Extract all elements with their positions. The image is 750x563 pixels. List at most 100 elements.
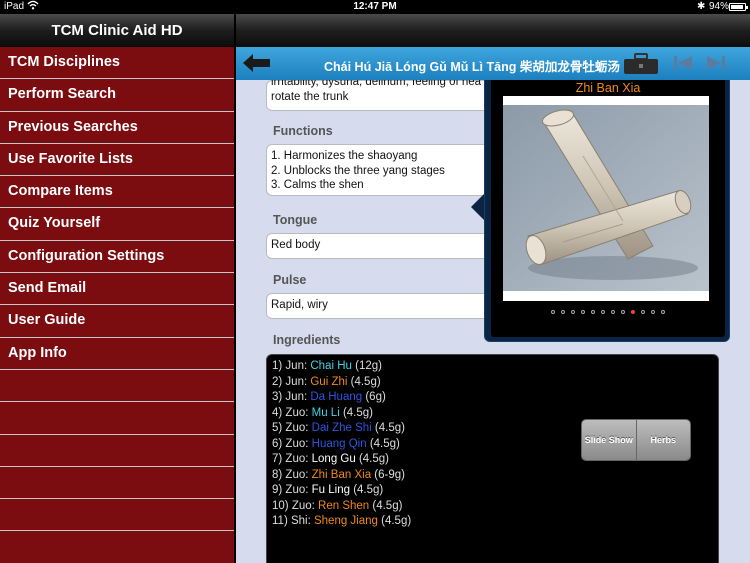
popover-content: Zhi Ban Xia (491, 76, 725, 337)
ingredient-name-link[interactable]: Gui Zhi (310, 376, 347, 388)
menu-item[interactable]: TCM Disciplines (0, 47, 234, 80)
previous-icon[interactable] (673, 55, 693, 71)
ingredient-dose: (4.5g) (366, 437, 400, 450)
ingredient-row: 8) Zuo: Zhi Ban Xia (6-9g) (272, 468, 713, 484)
page-indicator[interactable] (491, 310, 725, 314)
ingredient-dose: (6-9g) (371, 468, 405, 481)
menu-item[interactable]: Perform Search (0, 79, 234, 112)
menu-item[interactable]: Quiz Yourself (0, 208, 234, 241)
master-pane: TCM Clinic Aid HD TCM Disciplines Perform… (0, 14, 234, 563)
menu-item-label: Quiz Yourself (8, 215, 101, 232)
page-dot[interactable] (651, 310, 655, 314)
menu-item-label: Send Email (8, 280, 87, 297)
menu-item (0, 466, 234, 500)
ingredient-role: 2) Jun: (272, 375, 311, 388)
page-dot[interactable] (641, 310, 645, 314)
master-header: TCM Clinic Aid HD (0, 14, 234, 47)
ingredient-name-link[interactable]: Ren Shen (318, 500, 369, 512)
ingredient-row: 10) Zuo: Ren Shen (4.5g) (272, 499, 713, 515)
menu-item-label: Previous Searches (8, 118, 138, 135)
tongue-label: Tongue (273, 213, 318, 227)
page-dot[interactable] (661, 310, 665, 314)
menu-item[interactable]: Send Email (0, 273, 234, 306)
ingredient-row: 9) Zuo: Fu Ling (4.5g) (272, 483, 713, 499)
ingredient-role: 10) Zuo: (272, 499, 319, 512)
menu-item-label: App Info (8, 344, 67, 361)
ingredient-role: 3) Jun: (272, 391, 311, 403)
ingredient-role: 4) Zuo: (272, 406, 312, 419)
ingredient-dose: (4.5g) (350, 484, 384, 496)
view-segmented-control: Slide Show Herbs (581, 419, 691, 461)
ingredient-name-link[interactable]: Da Huang (310, 391, 362, 403)
ingredient-dose: (4.5g) (347, 375, 381, 388)
ingredient-role: 6) Zuo: (272, 437, 312, 450)
slideshow-button[interactable]: Slide Show (582, 420, 636, 460)
ingredient-dose: (4.5g) (377, 515, 412, 527)
ingredient-name-link[interactable]: Huang Qin (312, 438, 367, 450)
popover-title: Zhi Ban Xia (575, 81, 641, 95)
detail-top-bar (236, 14, 750, 47)
ingredient-name-link[interactable]: Mu Li (312, 407, 340, 419)
menu-item (0, 402, 234, 435)
page-dot[interactable] (611, 310, 615, 314)
ingredient-name-link[interactable]: Chai Hu (310, 360, 352, 372)
menu-item-label: Use Favorite Lists (8, 150, 133, 167)
menu-item-label: Configuration Settings (8, 247, 165, 264)
ingredients-label: Ingredients (273, 333, 341, 347)
ingredient-role: 7) Zuo: (272, 453, 312, 465)
menu-item-label: Perform Search (8, 86, 116, 103)
menu-item-label: TCM Disciplines (8, 54, 120, 70)
functions-label: Functions (273, 124, 333, 138)
menu-item[interactable]: Use Favorite Lists (0, 143, 234, 177)
clock: 12:47 PM (353, 1, 397, 12)
ingredient-row: 3) Jun: Da Huang (6g) (272, 390, 713, 406)
ingredient-dose: (4.5g) (371, 422, 405, 434)
menu-item[interactable]: User Guide (0, 305, 234, 338)
page-dot[interactable] (631, 310, 635, 314)
page-dot[interactable] (601, 310, 605, 314)
herb-image-popover: Zhi Ban Xia (484, 69, 730, 342)
menu-item[interactable]: Configuration Settings (0, 240, 234, 274)
page-dot[interactable] (621, 310, 625, 314)
main-menu: TCM Disciplines Perform Search Previous Se… (0, 47, 234, 563)
next-icon[interactable] (706, 55, 726, 71)
formula-title: Chái Hú Jiā Lóng Gǔ Mǔ Lì Tāng 柴胡加龙骨牡蛎汤 (324, 60, 620, 74)
menu-item[interactable]: App Info (0, 337, 234, 370)
ingredient-name-link[interactable]: Dai Zhe Shi (312, 422, 372, 434)
toolbox-icon[interactable] (621, 52, 661, 76)
menu-item (0, 531, 234, 563)
page-dot[interactable] (551, 310, 555, 314)
page-dot[interactable] (591, 310, 595, 314)
ingredient-dose: (4.5g) (339, 406, 374, 419)
menu-item[interactable]: Previous Searches (0, 111, 234, 144)
ingredient-name-link[interactable]: Fu Ling (312, 484, 350, 496)
page-dot[interactable] (581, 310, 585, 314)
page-dot[interactable] (561, 310, 565, 314)
ingredient-role: 5) Zuo: (272, 422, 312, 434)
herbs-button[interactable]: Herbs (635, 420, 690, 460)
menu-item (0, 434, 234, 467)
status-bar: iPad 12:47 PM ✱ 94% (0, 0, 750, 14)
pulse-label: Pulse (273, 273, 307, 287)
ingredient-name-link[interactable]: Zhi Ban Xia (312, 469, 371, 481)
ingredient-row: 2) Jun: Gui Zhi (4.5g) (272, 375, 713, 391)
ingredient-dose: (12g) (351, 360, 382, 372)
menu-item[interactable]: Compare Items (0, 176, 234, 209)
menu-item (0, 369, 234, 403)
menu-item (0, 499, 234, 532)
ingredient-role: 11) Shi: (272, 515, 314, 527)
ingredient-role: 9) Zuo: (272, 484, 312, 496)
ingredient-dose: (6g) (362, 391, 386, 403)
menu-item-label: User Guide (8, 312, 86, 329)
ingredient-role: 1) Jun: (272, 360, 311, 372)
ingredient-name-link[interactable]: Sheng Jiang (314, 515, 378, 527)
back-arrow-icon[interactable] (241, 52, 273, 74)
ingredient-role: 8) Zuo: (272, 468, 312, 481)
battery-icon (729, 3, 748, 11)
page-dot[interactable] (571, 310, 575, 314)
bluetooth-icon: ✱ (697, 1, 706, 12)
ingredient-name-link[interactable]: Long Gu (312, 453, 356, 465)
herb-photo[interactable] (503, 96, 709, 301)
battery-percent: 94% (709, 1, 730, 12)
ingredient-row: 1) Jun: Chai Hu (12g) (272, 359, 713, 375)
